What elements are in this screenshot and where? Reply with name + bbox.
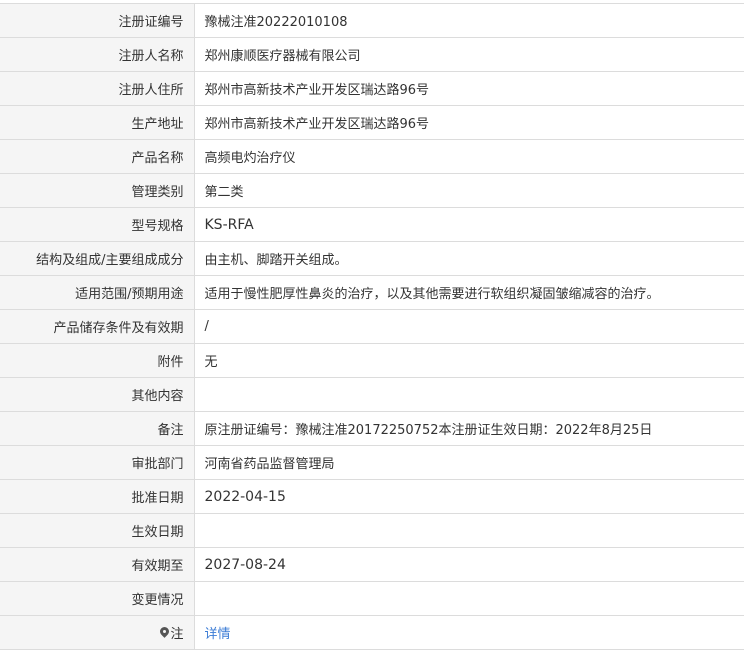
remarks-value: 原注册证编号：豫械注准20172250752本注册证生效日期：2022年8月25… <box>194 411 744 446</box>
table-row: 产品名称 高频电灼治疗仪 <box>0 139 744 174</box>
field-label: 产品名称 <box>0 139 195 174</box>
table-row: 型号规格 KS-RFA <box>0 207 744 242</box>
valid-until-text: 2027-08-24 <box>204 556 286 573</box>
pin-icon <box>160 627 169 640</box>
table-row: 审批部门 河南省药品监督管理局 <box>0 445 744 480</box>
other-content-value <box>194 377 744 412</box>
field-label: 产品储存条件及有效期 <box>0 309 195 344</box>
table-row: 其他内容 <box>0 377 744 412</box>
table-row: 备注 原注册证编号：豫械注准20172250752本注册证生效日期：2022年8… <box>0 411 744 446</box>
table-row: 附件 无 <box>0 343 744 378</box>
table-row: 生产地址 郑州市高新技术产业开发区瑞达路96号 <box>0 105 744 140</box>
registration-number-value: 豫械注准20222010108 <box>194 3 744 38</box>
table-row: 管理类别 第二类 <box>0 173 744 208</box>
registrant-address-value: 郑州市高新技术产业开发区瑞达路96号 <box>194 71 744 106</box>
field-label: 适用范围/预期用途 <box>0 275 195 310</box>
field-label: 附件 <box>0 343 195 378</box>
table-row: 适用范围/预期用途 适用于慢性肥厚性鼻炎的治疗，以及其他需要进行软组织凝固皱缩减… <box>0 275 744 310</box>
product-name-value: 高频电灼治疗仪 <box>194 139 744 174</box>
table-row: 注册人名称 郑州康顺医疗器械有限公司 <box>0 37 744 72</box>
field-label: 型号规格 <box>0 207 195 242</box>
field-label: 审批部门 <box>0 445 195 480</box>
field-label: 其他内容 <box>0 377 195 412</box>
approval-date-value: 2022-04-15 <box>194 479 744 514</box>
table-row: 注册证编号 豫械注准20222010108 <box>0 3 744 38</box>
table-row: 注册人住所 郑州市高新技术产业开发区瑞达路96号 <box>0 71 744 106</box>
field-label: 管理类别 <box>0 173 195 208</box>
field-label: 变更情况 <box>0 581 195 616</box>
structure-composition-value: 由主机、脚踏开关组成。 <box>194 241 744 276</box>
field-label: 注册证编号 <box>0 3 195 38</box>
table-row: 注 详情 <box>0 615 744 650</box>
field-label: 生产地址 <box>0 105 195 140</box>
table-row: 结构及组成/主要组成成分 由主机、脚踏开关组成。 <box>0 241 744 276</box>
field-label: 生效日期 <box>0 513 195 548</box>
note-label: 注 <box>0 615 195 650</box>
storage-conditions-value: / <box>194 309 744 344</box>
table-row: 批准日期 2022-04-15 <box>0 479 744 514</box>
field-label: 备注 <box>0 411 195 446</box>
approval-date-text: 2022-04-15 <box>204 488 286 505</box>
registrant-name-value: 郑州康顺医疗器械有限公司 <box>194 37 744 72</box>
production-address-value: 郑州市高新技术产业开发区瑞达路96号 <box>194 105 744 140</box>
table-row: 有效期至 2027-08-24 <box>0 547 744 582</box>
field-label: 有效期至 <box>0 547 195 582</box>
note-label-text: 注 <box>170 627 184 642</box>
field-label: 注册人住所 <box>0 71 195 106</box>
registration-detail-table: 注册证编号 豫械注准20222010108 注册人名称 郑州康顺医疗器械有限公司… <box>0 3 744 650</box>
details-link[interactable]: 详情 <box>205 627 231 642</box>
change-status-value <box>194 581 744 616</box>
approval-department-value: 河南省药品监督管理局 <box>194 445 744 480</box>
effective-date-value <box>194 513 744 548</box>
intended-use-value: 适用于慢性肥厚性鼻炎的治疗，以及其他需要进行软组织凝固皱缩减容的治疗。 <box>194 275 744 310</box>
note-value: 详情 <box>194 615 744 650</box>
field-label: 结构及组成/主要组成成分 <box>0 241 195 276</box>
table-row: 变更情况 <box>0 581 744 616</box>
table-row: 产品储存条件及有效期 / <box>0 309 744 344</box>
table-row: 生效日期 <box>0 513 744 548</box>
model-spec-text: KS-RFA <box>204 216 254 233</box>
management-category-value: 第二类 <box>194 173 744 208</box>
valid-until-value: 2027-08-24 <box>194 547 744 582</box>
attachments-value: 无 <box>194 343 744 378</box>
field-label: 批准日期 <box>0 479 195 514</box>
field-label: 注册人名称 <box>0 37 195 72</box>
model-spec-value: KS-RFA <box>194 207 744 242</box>
